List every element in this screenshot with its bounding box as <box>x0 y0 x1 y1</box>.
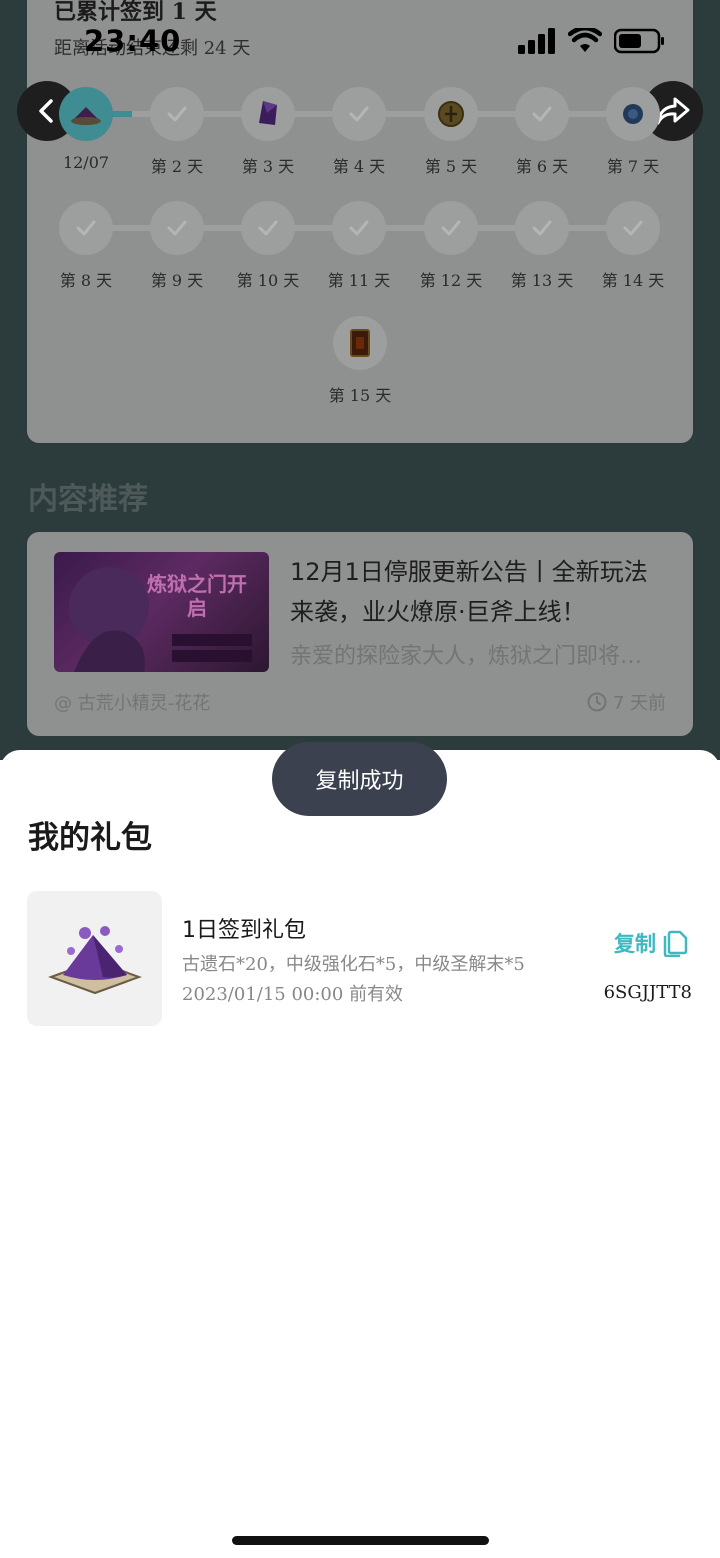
day-reward <box>59 87 113 141</box>
gift-contents: 古遗石*20，中级强化石*5，中级圣解末*5 <box>182 954 525 975</box>
article-thumbnail: 炼狱之门开启 <box>54 552 269 672</box>
day-label: 第 2 天 <box>150 157 204 176</box>
copy-icon <box>663 930 688 957</box>
checkin-day-9[interactable]: 第 9 天 <box>137 201 217 291</box>
checkin-day-5[interactable]: 第 5 天 <box>411 87 491 177</box>
clock-icon <box>587 692 607 712</box>
status-time: 23:40 <box>84 24 182 58</box>
article-time: 7 天前 <box>587 689 666 715</box>
gift-bottom-sheet <box>0 750 720 1558</box>
day-label: 第 14 天 <box>601 271 665 290</box>
gift-name: 1日签到礼包 <box>182 918 306 943</box>
coin-icon <box>438 101 464 127</box>
day-status <box>424 201 478 255</box>
day-status <box>150 201 204 255</box>
day-label: 第 10 天 <box>236 271 300 290</box>
day-label: 第 13 天 <box>510 271 574 290</box>
day-status <box>515 201 569 255</box>
checkin-day-3[interactable]: 第 3 天 <box>228 87 308 177</box>
check-icon <box>167 220 187 236</box>
day-status <box>332 87 386 141</box>
background-page: 已累计签到 1 天 距离活动结束还剩 24 天 23:40 12/07 第 2 … <box>0 0 720 760</box>
day-label: 第 3 天 <box>241 157 295 176</box>
checkin-day-6[interactable]: 第 6 天 <box>502 87 582 177</box>
signal-icon <box>518 28 555 54</box>
day-status <box>150 87 204 141</box>
gift-sheet-title: 我的礼包 <box>28 820 152 856</box>
day-label: 第 8 天 <box>59 271 113 290</box>
day-status <box>241 201 295 255</box>
day-label: 第 15 天 <box>328 386 392 405</box>
checkin-total-title: 已累计签到 1 天 <box>54 0 217 25</box>
day-label: 第 7 天 <box>606 157 660 176</box>
checkin-day-2[interactable]: 第 2 天 <box>137 87 217 177</box>
status-icons <box>518 28 666 54</box>
check-icon <box>623 220 643 236</box>
checkin-day-14[interactable]: 第 14 天 <box>593 201 673 291</box>
checkin-day-15[interactable]: 第 15 天 <box>320 316 400 406</box>
check-icon <box>167 106 187 122</box>
purple-crystal-pile-icon <box>47 925 142 994</box>
gift-validity: 2023/01/15 00:00 前有效 <box>182 984 404 1005</box>
article-title: 12月1日停服更新公告丨全新玩法来袭，业火燎原·巨斧上线！ <box>290 558 648 626</box>
checkin-day-10[interactable]: 第 10 天 <box>228 201 308 291</box>
day-label: 第 12 天 <box>419 271 483 290</box>
crystal-icon <box>259 101 277 125</box>
check-icon <box>349 220 369 236</box>
checkin-day-12[interactable]: 第 12 天 <box>411 201 491 291</box>
checkin-day-7[interactable]: 第 7 天 <box>593 87 673 177</box>
article-card[interactable]: 炼狱之门开启 12月1日停服更新公告丨全新玩法来袭，业火燎原·巨斧上线！ 亲爱的… <box>27 532 693 736</box>
article-summary: 亲爱的探险家大人，炼狱之门即将… <box>290 644 643 669</box>
card-icon <box>350 329 370 357</box>
day-label: 12/07 <box>62 153 110 172</box>
day-reward <box>333 316 387 370</box>
copy-label: 复制 <box>614 932 656 956</box>
orb-icon <box>623 104 643 124</box>
day-label: 第 9 天 <box>150 271 204 290</box>
day-reward <box>424 87 478 141</box>
battery-icon <box>614 28 664 54</box>
day-label: 第 11 天 <box>327 271 391 290</box>
checkin-day-8[interactable]: 第 8 天 <box>46 201 126 291</box>
gift-thumbnail <box>27 891 162 1026</box>
day-status <box>332 201 386 255</box>
wifi-icon <box>568 28 602 52</box>
day-label: 第 4 天 <box>332 157 386 176</box>
day-reward <box>241 87 295 141</box>
check-icon <box>349 106 369 122</box>
check-icon <box>76 220 96 236</box>
day-label: 第 5 天 <box>424 157 478 176</box>
article-thumbnail-text: 炼狱之门开启 <box>147 572 247 620</box>
check-icon <box>532 106 552 122</box>
copy-code-button[interactable]: 复制 <box>614 928 688 958</box>
check-icon <box>441 220 461 236</box>
check-icon <box>532 220 552 236</box>
day-status <box>59 201 113 255</box>
day-status <box>606 201 660 255</box>
home-indicator[interactable] <box>232 1536 489 1545</box>
gem-pile-icon <box>71 107 101 125</box>
content-section-title: 内容推荐 <box>28 482 148 517</box>
article-time-text: 7 天前 <box>612 693 666 714</box>
day-label: 第 6 天 <box>515 157 569 176</box>
day-reward <box>606 87 660 141</box>
checkin-day-1[interactable]: 12/07 <box>46 87 126 172</box>
checkin-day-13[interactable]: 第 13 天 <box>502 201 582 291</box>
check-icon <box>258 220 278 236</box>
checkin-day-11[interactable]: 第 11 天 <box>319 201 399 291</box>
copy-success-toast: 复制成功 <box>272 742 447 816</box>
checkin-day-4[interactable]: 第 4 天 <box>319 87 399 177</box>
gift-code: 6SGJJTT8 <box>603 982 692 1003</box>
article-author: @ 古荒小精灵-花花 <box>54 693 211 714</box>
day-status <box>515 87 569 141</box>
